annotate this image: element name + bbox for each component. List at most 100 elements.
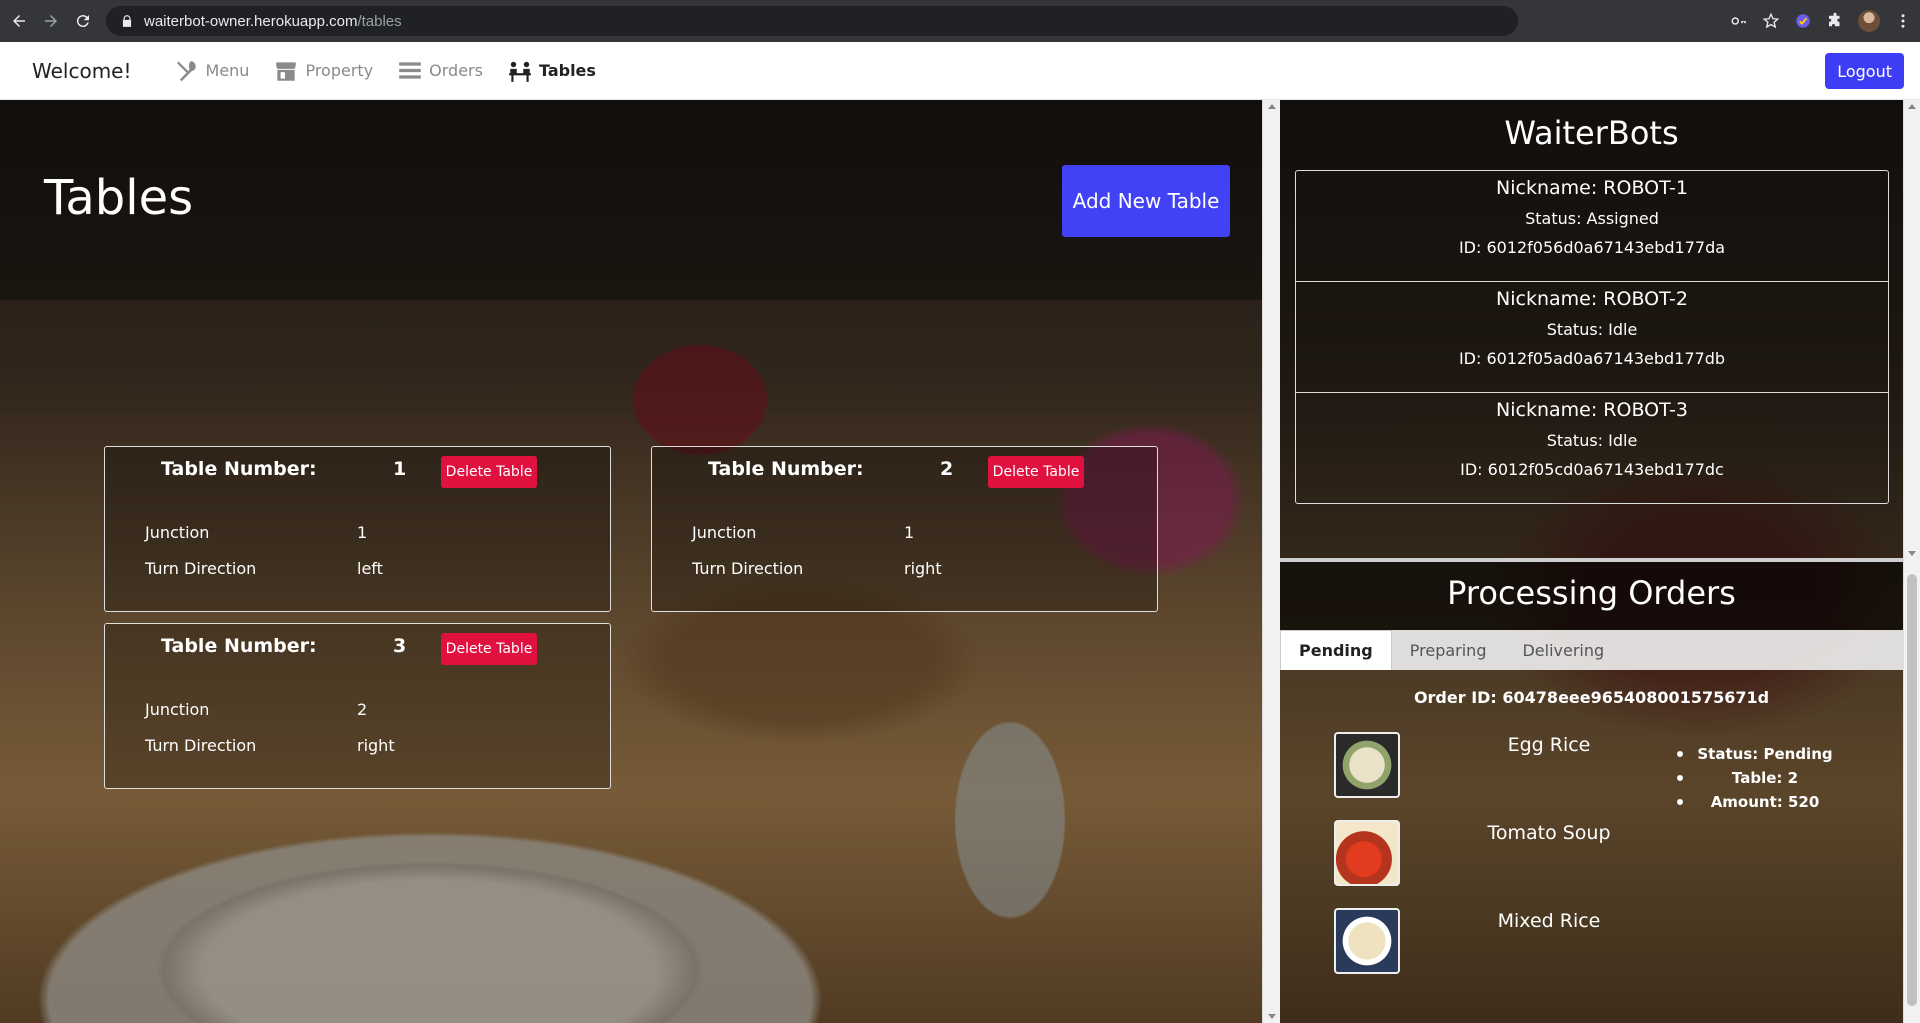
bot-status: Status: Assigned: [1525, 209, 1659, 228]
utensils-icon: [176, 60, 196, 81]
order-item: Egg Rice: [1334, 732, 1664, 798]
orders-title: Processing Orders: [1447, 574, 1736, 612]
order-item: Mixed Rice: [1334, 908, 1664, 974]
table-number-label: Table Number:: [161, 635, 317, 657]
tomato-soup-thumbnail: [1334, 820, 1400, 886]
order-meta-list: Status: Pending Table: 2 Amount: 520: [1665, 742, 1865, 814]
egg-rice-thumbnail: [1334, 732, 1400, 798]
bot-nickname: Nickname: ROBOT-1: [1496, 177, 1688, 199]
left-scrollbar[interactable]: [1262, 100, 1280, 1023]
waiterbots-scrollbar[interactable]: [1903, 100, 1920, 560]
order-item-name: Tomato Soup: [1487, 822, 1611, 844]
order-item: Tomato Soup: [1334, 820, 1664, 886]
bot-nickname: Nickname: ROBOT-2: [1496, 288, 1688, 310]
tables-body: Table Number: 1 Delete Table Junction 1 …: [0, 300, 1262, 1023]
order-item-name: Egg Rice: [1507, 734, 1591, 756]
bot-nickname: Nickname: ROBOT-3: [1496, 399, 1688, 421]
turn-direction-value: right: [357, 736, 395, 755]
processing-orders-section: Processing Orders Pending Preparing Deli…: [1280, 562, 1903, 1023]
table-card: Table Number: 2 Delete Table Junction 1 …: [651, 446, 1158, 612]
app-navbar: Welcome! Menu Property Orders Tables Log…: [0, 42, 1920, 100]
people-table-icon: [509, 61, 531, 82]
turn-direction-label: Turn Direction: [145, 736, 257, 755]
turn-direction-value: left: [357, 559, 383, 578]
order-tabs: Pending Preparing Delivering: [1280, 630, 1903, 670]
nav-tables-label: Tables: [538, 61, 596, 80]
orders-title-bar: Processing Orders: [1280, 562, 1903, 630]
waiterbots-title: WaiterBots: [1504, 114, 1679, 152]
extension-check-icon[interactable]: [1794, 12, 1812, 30]
table-card: Table Number: 1 Delete Table Junction 1 …: [104, 446, 611, 612]
nav-menu[interactable]: Menu: [174, 58, 250, 84]
nav-orders[interactable]: Orders: [397, 58, 483, 84]
tab-preparing[interactable]: Preparing: [1392, 630, 1505, 670]
key-icon[interactable]: [1730, 12, 1748, 30]
nav-property-label: Property: [305, 61, 374, 80]
bot-status: Status: Idle: [1546, 431, 1638, 450]
tab-delivering[interactable]: Delivering: [1504, 630, 1622, 670]
order-amount: Amount: 520: [1665, 790, 1865, 814]
junction-value: 1: [904, 523, 915, 542]
delete-table-button[interactable]: Delete Table: [441, 456, 537, 488]
orders-scrollbar-thumb[interactable]: [1907, 574, 1917, 1006]
forward-icon[interactable]: [38, 8, 64, 34]
junction-value: 1: [357, 523, 368, 542]
order-status: Status: Pending: [1665, 742, 1865, 766]
url-host: waiterbot-owner.herokuapp.com: [144, 12, 358, 30]
order-item-name: Mixed Rice: [1497, 910, 1601, 932]
bot-id: ID: 6012f056d0a67143ebd177da: [1458, 238, 1726, 257]
browser-toolbar: waiterbot-owner.herokuapp.com/tables: [0, 0, 1920, 42]
junction-label: Junction: [692, 523, 757, 542]
reload-icon[interactable]: [70, 8, 96, 34]
scroll-up-arrow-icon[interactable]: [1908, 104, 1916, 109]
table-number-value: 2: [940, 458, 954, 480]
tab-pending[interactable]: Pending: [1280, 630, 1392, 670]
nav-tables[interactable]: Tables: [507, 58, 596, 84]
nav-orders-label: Orders: [429, 61, 483, 80]
order-id: Order ID: 60478eee965408001575671d: [1413, 688, 1770, 707]
waiterbots-section: WaiterBots Nickname: ROBOT-1 Status: Ass…: [1280, 100, 1903, 558]
scroll-up-arrow-icon[interactable]: [1268, 104, 1276, 109]
bot-item: Nickname: ROBOT-3 Status: Idle ID: 6012f…: [1296, 393, 1888, 503]
bot-item: Nickname: ROBOT-2 Status: Idle ID: 6012f…: [1296, 282, 1888, 393]
right-pane: WaiterBots Nickname: ROBOT-1 Status: Ass…: [1280, 100, 1903, 1023]
table-number-label: Table Number:: [161, 458, 317, 480]
table-number-value: 1: [393, 458, 407, 480]
lock-icon: [122, 15, 132, 27]
delete-table-button[interactable]: Delete Table: [988, 456, 1084, 488]
order-table: Table: 2: [1665, 766, 1865, 790]
store-icon: [276, 61, 297, 81]
url-path: /tables: [357, 12, 402, 30]
table-number-value: 3: [393, 635, 407, 657]
turn-direction-value: right: [904, 559, 942, 578]
tables-pane: Tables Add New Table Table Number: 1 Del…: [0, 100, 1262, 1023]
turn-direction-label: Turn Direction: [692, 559, 804, 578]
brand-welcome: Welcome!: [32, 58, 132, 83]
page-title: Tables: [44, 170, 194, 226]
waiterbots-list: Nickname: ROBOT-1 Status: Assigned ID: 6…: [1295, 170, 1889, 504]
address-bar[interactable]: waiterbot-owner.herokuapp.com/tables: [106, 6, 1518, 36]
scroll-down-arrow-icon[interactable]: [1908, 551, 1916, 556]
star-icon[interactable]: [1762, 12, 1780, 30]
back-icon[interactable]: [6, 8, 32, 34]
table-card: Table Number: 3 Delete Table Junction 2 …: [104, 623, 611, 789]
nav-property[interactable]: Property: [273, 58, 373, 84]
logout-button[interactable]: Logout: [1825, 53, 1904, 89]
delete-table-button[interactable]: Delete Table: [441, 633, 537, 665]
bot-id: ID: 6012f05ad0a67143ebd177db: [1458, 349, 1726, 368]
profile-avatar[interactable]: [1858, 10, 1880, 32]
kebab-menu-icon[interactable]: [1894, 12, 1912, 30]
puzzle-icon[interactable]: [1826, 12, 1844, 30]
bot-status: Status: Idle: [1546, 320, 1638, 339]
junction-label: Junction: [145, 700, 210, 719]
mixed-rice-thumbnail: [1334, 908, 1400, 974]
scroll-down-arrow-icon[interactable]: [1268, 1014, 1276, 1019]
orders-scrollbar[interactable]: [1903, 560, 1920, 1023]
bot-id: ID: 6012f05cd0a67143ebd177dc: [1460, 460, 1724, 479]
turn-direction-label: Turn Direction: [145, 559, 257, 578]
list-icon: [399, 61, 421, 79]
add-new-table-button[interactable]: Add New Table: [1062, 165, 1230, 237]
nav-menu-label: Menu: [205, 61, 250, 80]
junction-value: 2: [357, 700, 368, 719]
tables-header: Tables Add New Table: [0, 100, 1262, 300]
